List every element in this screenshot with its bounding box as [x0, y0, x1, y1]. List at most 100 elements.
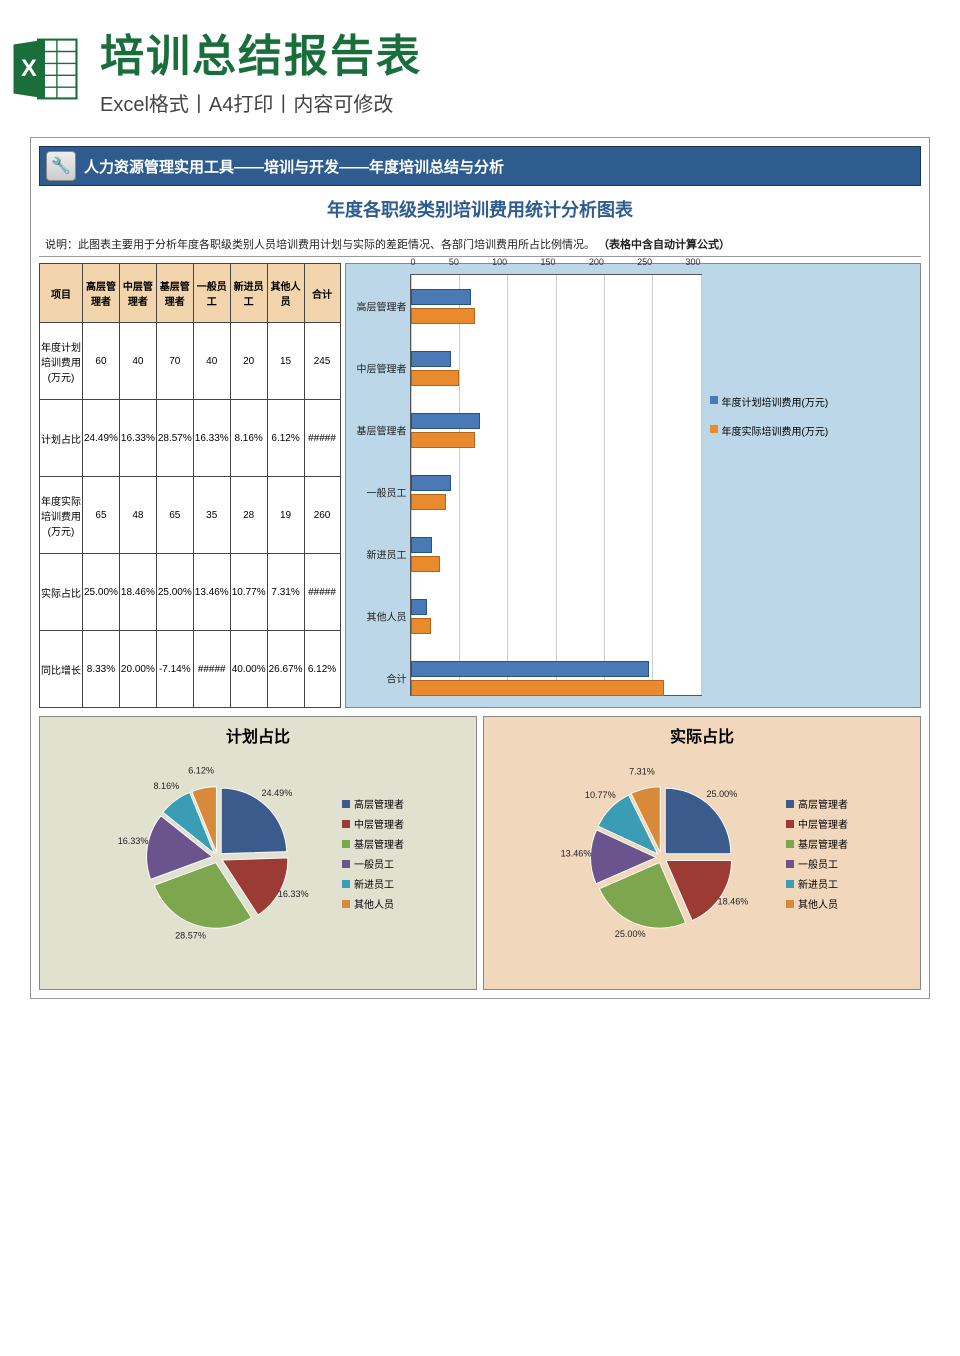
bar — [411, 661, 650, 677]
cell: 40 — [119, 323, 156, 400]
table-row: 年度实际培训费用(万元)654865352819260 — [40, 477, 341, 554]
row-label: 实际占比 — [40, 554, 83, 631]
cell: 245 — [304, 323, 340, 400]
table-header: 高层管理者 — [83, 264, 120, 323]
cell: 25.00% — [83, 554, 120, 631]
bar — [411, 432, 476, 448]
table-header: 合计 — [304, 264, 340, 323]
excel-icon: X — [10, 34, 80, 104]
cell: 28 — [230, 477, 267, 554]
legend-label: 其他人员 — [354, 896, 394, 911]
pie-actual: 实际占比 25.00%18.46%25.00%13.46%10.77%7.31%… — [483, 716, 921, 990]
cell: ##### — [304, 554, 340, 631]
data-table: 项目高层管理者中层管理者基层管理者一般员工新进员工其他人员合计 年度计划培训费用… — [39, 263, 341, 708]
cell: 65 — [83, 477, 120, 554]
wrench-icon: 🔧 — [46, 151, 76, 181]
pie-slice-label: 8.16% — [153, 781, 179, 791]
cell: 16.33% — [193, 400, 230, 477]
doc-banner: 🔧 人力资源管理实用工具——培训与开发——年度培训总结与分析 — [39, 146, 921, 186]
bar — [411, 370, 459, 386]
pie-slice-label: 7.31% — [629, 766, 655, 776]
cell: 8.16% — [230, 400, 267, 477]
table-header: 中层管理者 — [119, 264, 156, 323]
bar — [411, 556, 440, 572]
legend-label: 高层管理者 — [798, 796, 848, 811]
cell: 24.49% — [83, 400, 120, 477]
bar-category-label: 高层管理者 — [347, 299, 407, 314]
doc-description: 说明：此图表主要用于分析年度各职级类别人员培训费用计划与实际的差距情况、各部门培… — [39, 232, 921, 257]
legend-label: 中层管理者 — [798, 816, 848, 831]
cell: 10.77% — [230, 554, 267, 631]
cell: 7.31% — [267, 554, 304, 631]
cell: 25.00% — [156, 554, 193, 631]
cell: 6.12% — [304, 631, 340, 708]
cell: 19 — [267, 477, 304, 554]
pie-slice-label: 25.00% — [615, 929, 646, 939]
legend-label: 其他人员 — [798, 896, 838, 911]
bar — [411, 494, 447, 510]
table-header: 新进员工 — [230, 264, 267, 323]
cell: 60 — [83, 323, 120, 400]
pie-slice-label: 6.12% — [188, 766, 214, 776]
pie-slice-label: 25.00% — [706, 789, 737, 799]
cell: 6.12% — [267, 400, 304, 477]
cell: 28.57% — [156, 400, 193, 477]
bar — [411, 599, 428, 615]
pie-title-actual: 实际占比 — [490, 723, 914, 747]
legend-label: 年度计划培训费用(万元) — [722, 394, 829, 409]
legend-label: 高层管理者 — [354, 796, 404, 811]
legend-label: 新进员工 — [798, 876, 838, 891]
bar-category-label: 一般员工 — [347, 485, 407, 500]
legend-label: 中层管理者 — [354, 816, 404, 831]
cell: ##### — [193, 631, 230, 708]
table-row: 年度计划培训费用(万元)604070402015245 — [40, 323, 341, 400]
bar-category-label: 中层管理者 — [347, 361, 407, 376]
cell: 26.67% — [267, 631, 304, 708]
doc-subtitle: 年度各职级类别培训费用统计分析图表 — [39, 186, 921, 232]
legend-label: 新进员工 — [354, 876, 394, 891]
pie-title-plan: 计划占比 — [46, 723, 470, 747]
document-preview: 🔧 人力资源管理实用工具——培训与开发——年度培训总结与分析 年度各职级类别培训… — [30, 137, 930, 999]
bar-category-label: 新进员工 — [347, 547, 407, 562]
pie-legend: 高层管理者中层管理者基层管理者一般员工新进员工其他人员 — [342, 791, 404, 916]
cell: 16.33% — [119, 400, 156, 477]
row-label: 年度实际培训费用(万元) — [40, 477, 83, 554]
bar — [411, 308, 476, 324]
bar — [411, 289, 471, 305]
table-header: 项目 — [40, 264, 83, 323]
table-header: 一般员工 — [193, 264, 230, 323]
cell: 13.46% — [193, 554, 230, 631]
cell: 65 — [156, 477, 193, 554]
pie-slice-label: 28.57% — [175, 931, 206, 941]
pie-slice-label: 24.49% — [262, 788, 293, 798]
cell: 40.00% — [230, 631, 267, 708]
row-label: 计划占比 — [40, 400, 83, 477]
pie-legend: 高层管理者中层管理者基层管理者一般员工新进员工其他人员 — [786, 791, 848, 916]
legend-label: 一般员工 — [354, 856, 394, 871]
svg-text:X: X — [21, 55, 37, 82]
bar-category-label: 其他人员 — [347, 609, 407, 624]
cell: 70 — [156, 323, 193, 400]
cell: 15 — [267, 323, 304, 400]
bar-category-label: 基层管理者 — [347, 423, 407, 438]
bar — [411, 537, 432, 553]
bar — [411, 618, 431, 634]
pie-slice-label: 18.46% — [718, 896, 749, 906]
banner-text: 人力资源管理实用工具——培训与开发——年度培训总结与分析 — [84, 156, 504, 177]
page-subtitle: Excel格式丨A4打印丨内容可修改 — [100, 88, 950, 117]
row-label: 同比增长 — [40, 631, 83, 708]
pie-slice-label: 16.33% — [278, 889, 309, 899]
cell: 48 — [119, 477, 156, 554]
pie-slice-label: 16.33% — [118, 836, 149, 846]
desc-bold: （表格中含自动计算公式） — [598, 239, 730, 251]
title-block: 培训总结报告表 Excel格式丨A4打印丨内容可修改 — [100, 20, 950, 117]
table-header: 基层管理者 — [156, 264, 193, 323]
legend-label: 基层管理者 — [798, 836, 848, 851]
pie-slice-label: 10.77% — [585, 790, 616, 800]
bar-chart: 050100150200250300 高层管理者中层管理者基层管理者一般员工新进… — [345, 263, 921, 708]
page-title: 培训总结报告表 — [100, 20, 950, 84]
cell: 40 — [193, 323, 230, 400]
cell: ##### — [304, 400, 340, 477]
legend-label: 一般员工 — [798, 856, 838, 871]
bar — [411, 413, 481, 429]
